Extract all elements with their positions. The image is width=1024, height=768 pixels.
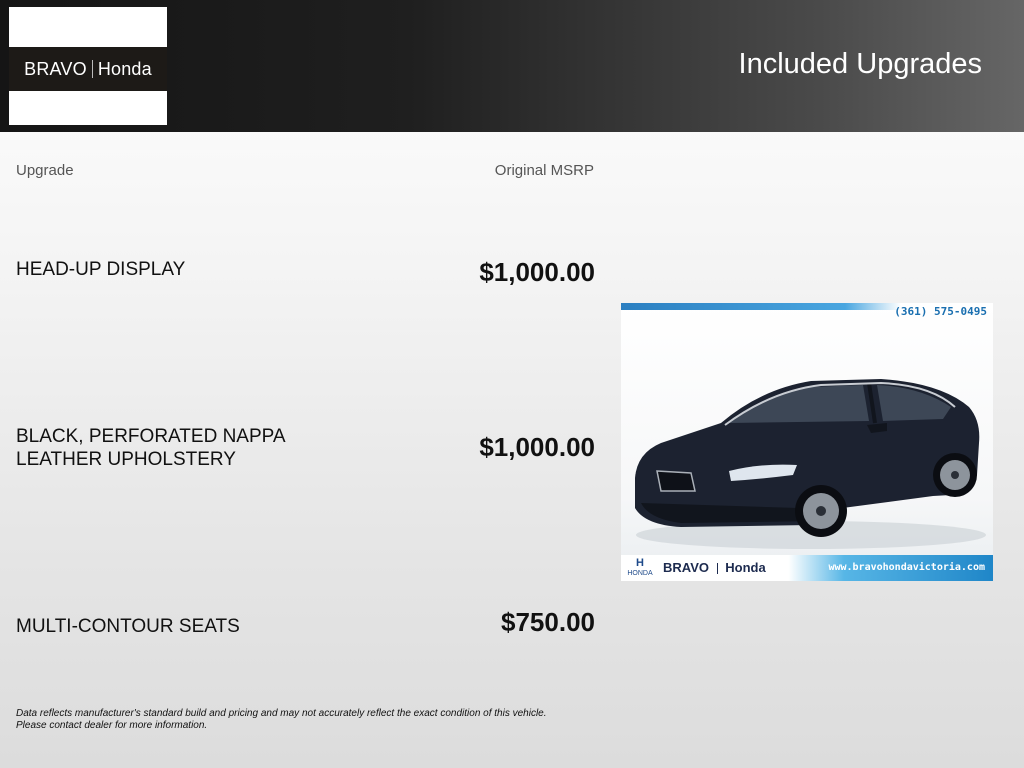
dealer-website: www.bravohondavictoria.com xyxy=(828,562,985,573)
logo-band: BRAVO Honda xyxy=(9,47,167,91)
upgrade-price: $750.00 xyxy=(501,607,595,637)
vehicle-photo[interactable]: (361) 575-0495 H HONDA BRAVO Honda www.b… xyxy=(621,303,993,581)
column-header-upgrade: Upgrade xyxy=(16,162,74,179)
upgrade-name-line: LEATHER UPHOLSTERY xyxy=(16,449,236,470)
logo-brand-text: BRAVO xyxy=(24,58,87,79)
page-title: Included Upgrades xyxy=(738,48,982,80)
logo-make-text: Honda xyxy=(97,58,152,79)
dealer-logo[interactable]: BRAVO Honda xyxy=(9,7,167,125)
car-rear-hub xyxy=(951,471,959,479)
car-grille xyxy=(656,470,696,492)
disclaimer: Data reflects manufacturer's standard bu… xyxy=(16,708,636,732)
upgrade-price: $1,000.00 xyxy=(479,257,595,287)
upgrade-name-line: MULTI-CONTOUR SEATS xyxy=(16,616,240,637)
photo-brand-make: Honda xyxy=(725,560,766,575)
upgrade-name: MULTI-CONTOUR SEATS xyxy=(16,615,346,638)
photo-brand-name: BRAVO xyxy=(663,560,709,575)
photo-branding-bar: H HONDA BRAVO Honda www.bravohondavictor… xyxy=(621,555,993,581)
disclaimer-line: Please contact dealer for more informati… xyxy=(16,720,208,731)
upgrade-name-line: BLACK, PERFORATED NAPPA xyxy=(16,426,286,447)
disclaimer-line: Data reflects manufacturer's standard bu… xyxy=(16,708,547,719)
upgrade-name-line: HEAD-UP DISPLAY xyxy=(16,259,186,280)
logo-divider xyxy=(91,60,93,78)
upgrade-name: HEAD-UP DISPLAY xyxy=(16,258,346,281)
car-front-hub xyxy=(816,506,826,516)
upgrade-name: BLACK, PERFORATED NAPPA LEATHER UPHOLSTE… xyxy=(16,425,346,471)
upgrade-price: $1,000.00 xyxy=(479,432,595,462)
honda-logo-icon: H HONDA xyxy=(627,557,653,578)
car-illustration xyxy=(635,379,986,549)
page-header: BRAVO Honda Included Upgrades xyxy=(0,0,1024,132)
photo-brand: BRAVO Honda xyxy=(663,560,766,575)
column-header-msrp: Original MSRP xyxy=(494,162,594,179)
honda-logo-label: HONDA xyxy=(627,570,653,577)
